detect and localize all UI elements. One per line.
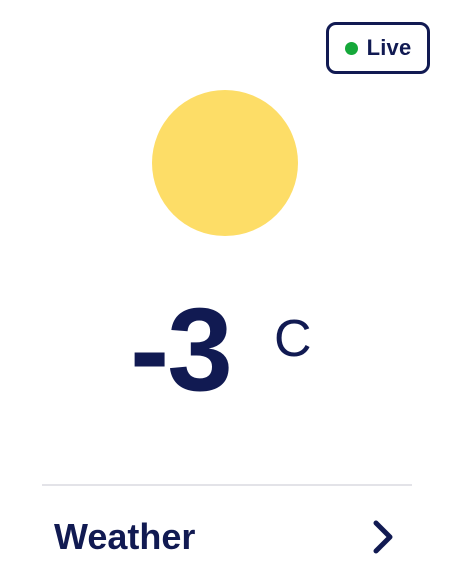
live-status-badge: Live <box>326 22 430 74</box>
temperature-display: -3 C <box>0 280 452 420</box>
live-status-label: Live <box>366 35 412 60</box>
weather-card: Live -3 C Weather <box>0 0 452 588</box>
weather-link-row[interactable]: Weather <box>42 486 412 588</box>
sun-icon <box>152 90 298 236</box>
live-indicator-dot <box>344 41 358 55</box>
temperature-unit: C <box>274 310 312 368</box>
weather-link-label: Weather <box>54 516 196 557</box>
temperature-value: -3 <box>130 284 233 416</box>
chevron-right-icon[interactable] <box>368 517 398 557</box>
